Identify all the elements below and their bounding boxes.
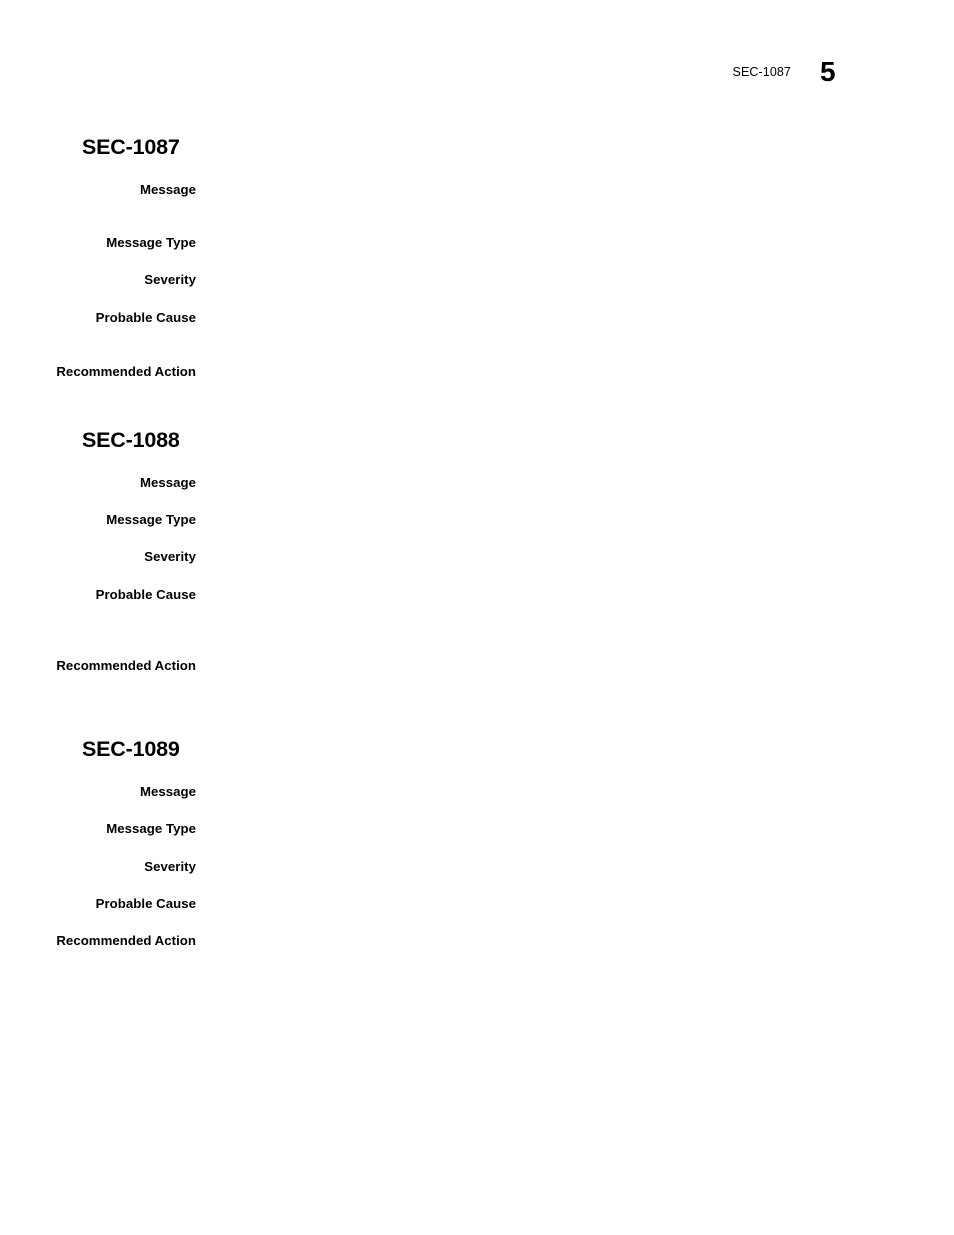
section-heading: SEC-1088: [82, 428, 180, 452]
document-page: SEC-1087 5 SEC-1087 Message Message Type Se…: [0, 0, 954, 1235]
field-label-severity: Severity: [144, 272, 196, 287]
field-label-probable-cause: Probable Cause: [95, 587, 196, 602]
field-label-recommended-action: Recommended Action: [56, 933, 196, 948]
field-label-severity: Severity: [144, 859, 196, 874]
field-label-message-type: Message Type: [106, 821, 196, 836]
page-running-header: SEC-1087 5: [0, 0, 954, 110]
field-label-recommended-action: Recommended Action: [56, 658, 196, 673]
field-label-message: Message: [139, 475, 196, 490]
field-label-message: Message: [139, 182, 196, 197]
field-label-message: Message: [139, 784, 196, 799]
section-heading: SEC-1089: [82, 737, 180, 761]
field-label-probable-cause: Probable Cause: [95, 896, 196, 911]
field-label-severity: Severity: [144, 549, 196, 564]
page-number: 5: [820, 56, 836, 87]
field-label-recommended-action: Recommended Action: [56, 364, 196, 379]
field-label-message-type: Message Type: [106, 512, 196, 527]
field-label-message-type: Message Type: [106, 235, 196, 250]
field-label-probable-cause: Probable Cause: [95, 310, 196, 325]
section-heading: SEC-1087: [82, 135, 180, 159]
header-running-title: SEC-1087: [732, 65, 791, 79]
